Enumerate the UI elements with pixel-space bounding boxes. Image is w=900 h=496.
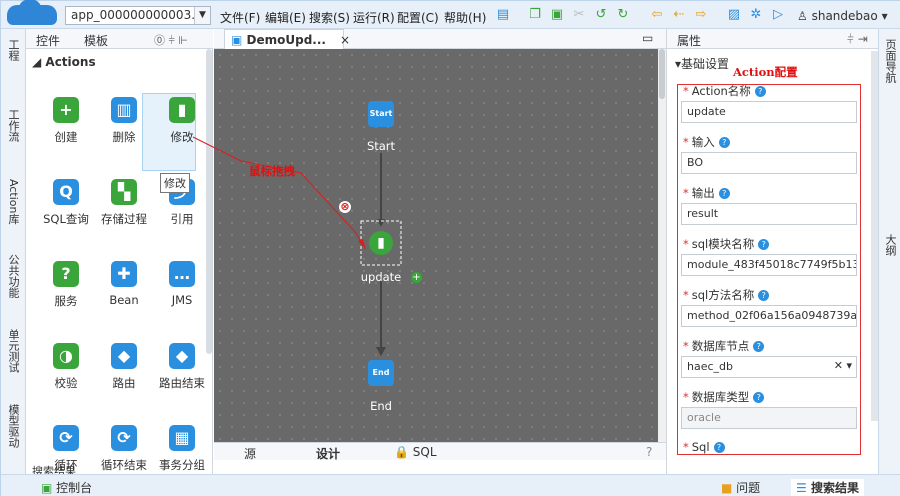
required-icon: * — [683, 339, 689, 353]
required-icon: * — [683, 84, 689, 98]
tab-source[interactable]: 源 — [244, 445, 256, 462]
field-input-3[interactable]: module_483f45018c7749f5b138( — [681, 254, 857, 276]
drag-annotation: 鼠标拖拽 — [249, 164, 295, 178]
section-basic[interactable]: ▾基础设置 — [675, 55, 729, 72]
lock-icon: 🔒 — [394, 445, 409, 459]
side-tab-outline[interactable]: 大纲 — [882, 234, 899, 256]
help-icon[interactable]: ? — [713, 442, 725, 453]
help-icon[interactable]: ? — [758, 290, 770, 301]
problems-tab[interactable]: ■ 问题 — [721, 479, 760, 496]
field-input-0[interactable]: update — [681, 101, 857, 123]
help-icon[interactable]: ? — [718, 188, 730, 199]
pin-icon[interactable]: ⫩ ⇥ — [847, 32, 868, 47]
properties-header: 属性 ⫩ ⇥ — [667, 29, 879, 49]
field-input-2[interactable]: result — [681, 203, 857, 225]
clear-chevron-icon[interactable]: ✕ ▾ — [834, 359, 852, 372]
field-label: * 输入? — [683, 134, 730, 150]
required-icon: * — [683, 288, 689, 302]
drag-arrow-line — [192, 136, 365, 248]
required-icon: * — [683, 186, 689, 200]
search-results-tab[interactable]: ☰ 搜索结果 — [791, 479, 864, 496]
required-icon: * — [683, 440, 689, 454]
side-tab-page-nav[interactable]: 页面导航 — [882, 39, 899, 83]
console-tab[interactable]: ▣ 控制台 — [41, 479, 92, 496]
properties-title: 属性 — [677, 34, 702, 48]
field-label: * sql方法名称? — [683, 287, 770, 303]
field-label: * Sql? — [683, 440, 725, 454]
console-icon: ▣ — [41, 481, 53, 495]
field-label: * sql模块名称? — [683, 236, 770, 252]
right-side-tabs: 页面导航 大纲 — [878, 29, 900, 474]
editor-bottom-tabs: 源 设计 🔒 SQL ? — [214, 442, 666, 462]
ide-window: app_000000000003... ▼ 文件(F) 编辑(E) 搜索(S) 运… — [0, 0, 900, 496]
help-icon[interactable]: ? — [753, 392, 765, 403]
help-icon[interactable]: ? — [754, 86, 766, 97]
tab-sql[interactable]: 🔒 SQL — [394, 445, 437, 459]
field-label: * Action名称? — [683, 83, 766, 99]
help-icon[interactable]: ? — [718, 137, 730, 148]
search-list-icon: ☰ — [796, 481, 807, 495]
help-icon[interactable]: ? — [753, 341, 765, 352]
drag-arrow-head — [358, 239, 366, 250]
status-bar: ▣ 控制台 ■ 问题 ☰ 搜索结果 — [1, 474, 900, 496]
required-icon: * — [683, 135, 689, 149]
help-icon[interactable]: ? — [646, 445, 652, 459]
field-input-1[interactable]: BO — [681, 152, 857, 174]
required-icon: * — [683, 390, 689, 404]
config-annotation: Action配置 — [733, 65, 798, 79]
field-input-4[interactable]: method_02f06a156a0948739aee — [681, 305, 857, 327]
properties-panel: 属性 ⫩ ⇥ ▾基础设置 Action配置 * Action名称? update * 输… — [666, 29, 879, 474]
help-icon[interactable]: ? — [758, 239, 770, 250]
field-label: * 数据库类型? — [683, 389, 765, 405]
properties-scrollbar[interactable] — [871, 51, 878, 421]
problems-icon: ■ — [721, 481, 733, 495]
tab-design[interactable]: 设计 — [316, 445, 340, 462]
field-label: * 数据库节点? — [683, 338, 765, 354]
field-input-6: oracle — [681, 407, 857, 429]
field-label: * 输出? — [683, 185, 730, 201]
required-icon: * — [683, 237, 689, 251]
field-input-5[interactable]: haec_db ✕ ▾ — [681, 356, 857, 378]
